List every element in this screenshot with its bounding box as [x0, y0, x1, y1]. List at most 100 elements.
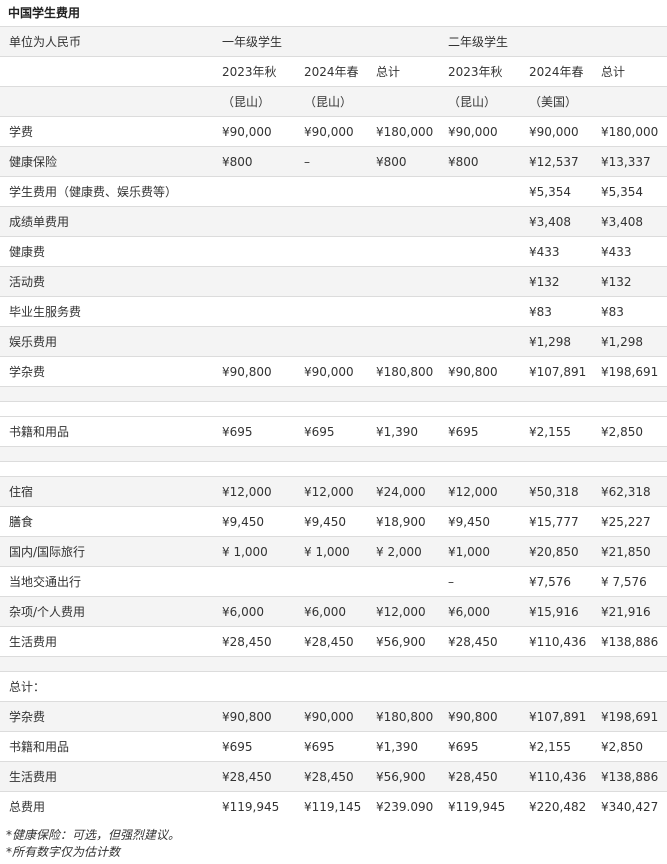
- table-row: 学杂费 ¥90,800 ¥90,000 ¥180,800 ¥90,800 ¥107,891…: [0, 701, 667, 732]
- header-blank: [367, 86, 440, 117]
- table-cell: [367, 326, 440, 357]
- table-cell: ¥1,298: [520, 326, 593, 357]
- row-label: 书籍和用品: [0, 731, 213, 762]
- table-cell: [213, 326, 295, 357]
- table-cell: ¥107,891: [520, 701, 593, 732]
- section-divider: [0, 656, 667, 672]
- table-cell: ¥3,408: [520, 206, 593, 237]
- table-cell: [295, 206, 367, 237]
- table-cell: [367, 176, 440, 207]
- row-label: 当地交通出行: [0, 566, 213, 597]
- term-header: 总计: [367, 56, 440, 87]
- table-row: 学费 ¥90,000 ¥90,000 ¥180,000 ¥90,000 ¥90,000 ¥1…: [0, 116, 667, 147]
- table-cell: ¥2,155: [520, 416, 593, 447]
- table-cell: ¥107,891: [520, 356, 593, 387]
- table-cell: ¥695: [439, 731, 521, 762]
- table-cell: ¥138,886: [592, 626, 667, 657]
- table-cell: ¥695: [295, 731, 367, 762]
- page-title: 中国学生费用: [8, 6, 81, 20]
- table-cell: ¥695: [439, 416, 521, 447]
- header-row-terms: 2023年秋 2024年春 总计 2023年秋 2024年春 总计: [0, 56, 667, 87]
- table-cell: [213, 266, 295, 297]
- row-label: 学杂费: [0, 356, 213, 387]
- table-cell: ¥90,000: [213, 116, 295, 147]
- table-cell: ¥180,000: [592, 116, 667, 147]
- row-label: 生活费用: [0, 626, 213, 657]
- table-cell: ¥90,000: [295, 701, 367, 732]
- table-cell: ¥138,886: [592, 761, 667, 792]
- row-label: 活动费: [0, 266, 213, 297]
- table-cell: [213, 236, 295, 267]
- footnote: *健康保险：可选，但强烈建议。: [6, 828, 181, 842]
- divider-cell: [0, 446, 667, 462]
- table-cell: ¥90,800: [213, 701, 295, 732]
- group-second-year: 二年级学生: [439, 26, 667, 57]
- table-cell: ¥28,450: [213, 761, 295, 792]
- fee-table: 单位为人民币 一年级学生 二年级学生 2023年秋 2024年春 总计 2023…: [0, 26, 667, 821]
- group-first-year: 一年级学生: [213, 26, 440, 57]
- table-cell: ¥12,000: [213, 476, 295, 507]
- table-cell: ¥198,691: [592, 356, 667, 387]
- table-cell: ¥90,000: [439, 116, 521, 147]
- row-label: 成绩单费用: [0, 206, 213, 237]
- table-cell: ¥9,450: [295, 506, 367, 537]
- table-cell: –: [295, 146, 367, 177]
- location-header: （昆山）: [295, 86, 367, 117]
- table-cell: [439, 206, 521, 237]
- table-cell: ¥239.090: [367, 791, 440, 821]
- table-cell: ¥180,000: [367, 116, 440, 147]
- table-cell: ¥800: [439, 146, 521, 177]
- table-cell: ¥110,436: [520, 761, 593, 792]
- term-header: 总计: [592, 56, 667, 87]
- table-cell: ¥28,450: [439, 626, 521, 657]
- table-row: 学杂费 ¥90,800 ¥90,000 ¥180,800 ¥90,800 ¥107,891…: [0, 356, 667, 387]
- table-cell: ¥90,000: [520, 116, 593, 147]
- header-blank: [0, 86, 213, 117]
- fee-page: 中国学生费用 单位为人民币 一年级学生 二年级学生 2023年秋 2024年春 …: [0, 0, 667, 864]
- table-cell: ¥7,576: [520, 566, 593, 597]
- table-cell: ¥90,800: [439, 701, 521, 732]
- table-row: 杂项/个人费用 ¥6,000 ¥6,000 ¥12,000 ¥6,000 ¥15,916 ¥…: [0, 596, 667, 627]
- table-cell: [367, 266, 440, 297]
- term-header: 2023年秋: [213, 56, 295, 87]
- table-row: 当地交通出行 – ¥7,576 ¥ 7,576: [0, 566, 667, 597]
- table-row: 健康费 ¥433 ¥433: [0, 236, 667, 267]
- table-row: 生活费用 ¥28,450 ¥28,450 ¥56,900 ¥28,450 ¥110,436…: [0, 761, 667, 792]
- term-header: 2024年春: [295, 56, 367, 87]
- table-cell: ¥220,482: [520, 791, 593, 821]
- table-cell: ¥18,900: [367, 506, 440, 537]
- table-cell: ¥20,850: [520, 536, 593, 567]
- table-cell: ¥110,436: [520, 626, 593, 657]
- table-cell: ¥83: [520, 296, 593, 327]
- table-cell: [213, 566, 295, 597]
- row-label: 学费: [0, 116, 213, 147]
- table-cell: [295, 566, 367, 597]
- table-cell: [367, 236, 440, 267]
- footnote: *所有数字仅为估计数: [6, 845, 121, 859]
- table-cell: ¥15,777: [520, 506, 593, 537]
- row-label: 学杂费: [0, 701, 213, 732]
- table-cell: ¥ 2,000: [367, 536, 440, 567]
- table-cell: ¥433: [592, 236, 667, 267]
- table-cell: [439, 236, 521, 267]
- table-cell: ¥ 1,000: [295, 536, 367, 567]
- table-row: 学生费用（健康费、娱乐费等） ¥5,354 ¥5,354: [0, 176, 667, 207]
- table-cell: ¥5,354: [520, 176, 593, 207]
- table-cell: ¥1,390: [367, 731, 440, 762]
- row-label: 总费用: [0, 791, 213, 821]
- row-label: 健康保险: [0, 146, 213, 177]
- table-cell: ¥25,227: [592, 506, 667, 537]
- table-cell: ¥132: [592, 266, 667, 297]
- table-cell: ¥340,427: [592, 791, 667, 821]
- table-cell: ¥5,354: [592, 176, 667, 207]
- table-cell: [213, 206, 295, 237]
- table-cell: ¥12,000: [367, 596, 440, 627]
- table-cell: ¥800: [213, 146, 295, 177]
- table-cell: ¥2,155: [520, 731, 593, 762]
- table-cell: ¥695: [213, 416, 295, 447]
- table-row: 成绩单费用 ¥3,408 ¥3,408: [0, 206, 667, 237]
- row-label: 毕业生服务费: [0, 296, 213, 327]
- table-cell: ¥180,800: [367, 356, 440, 387]
- table-cell: [439, 296, 521, 327]
- table-cell: ¥12,537: [520, 146, 593, 177]
